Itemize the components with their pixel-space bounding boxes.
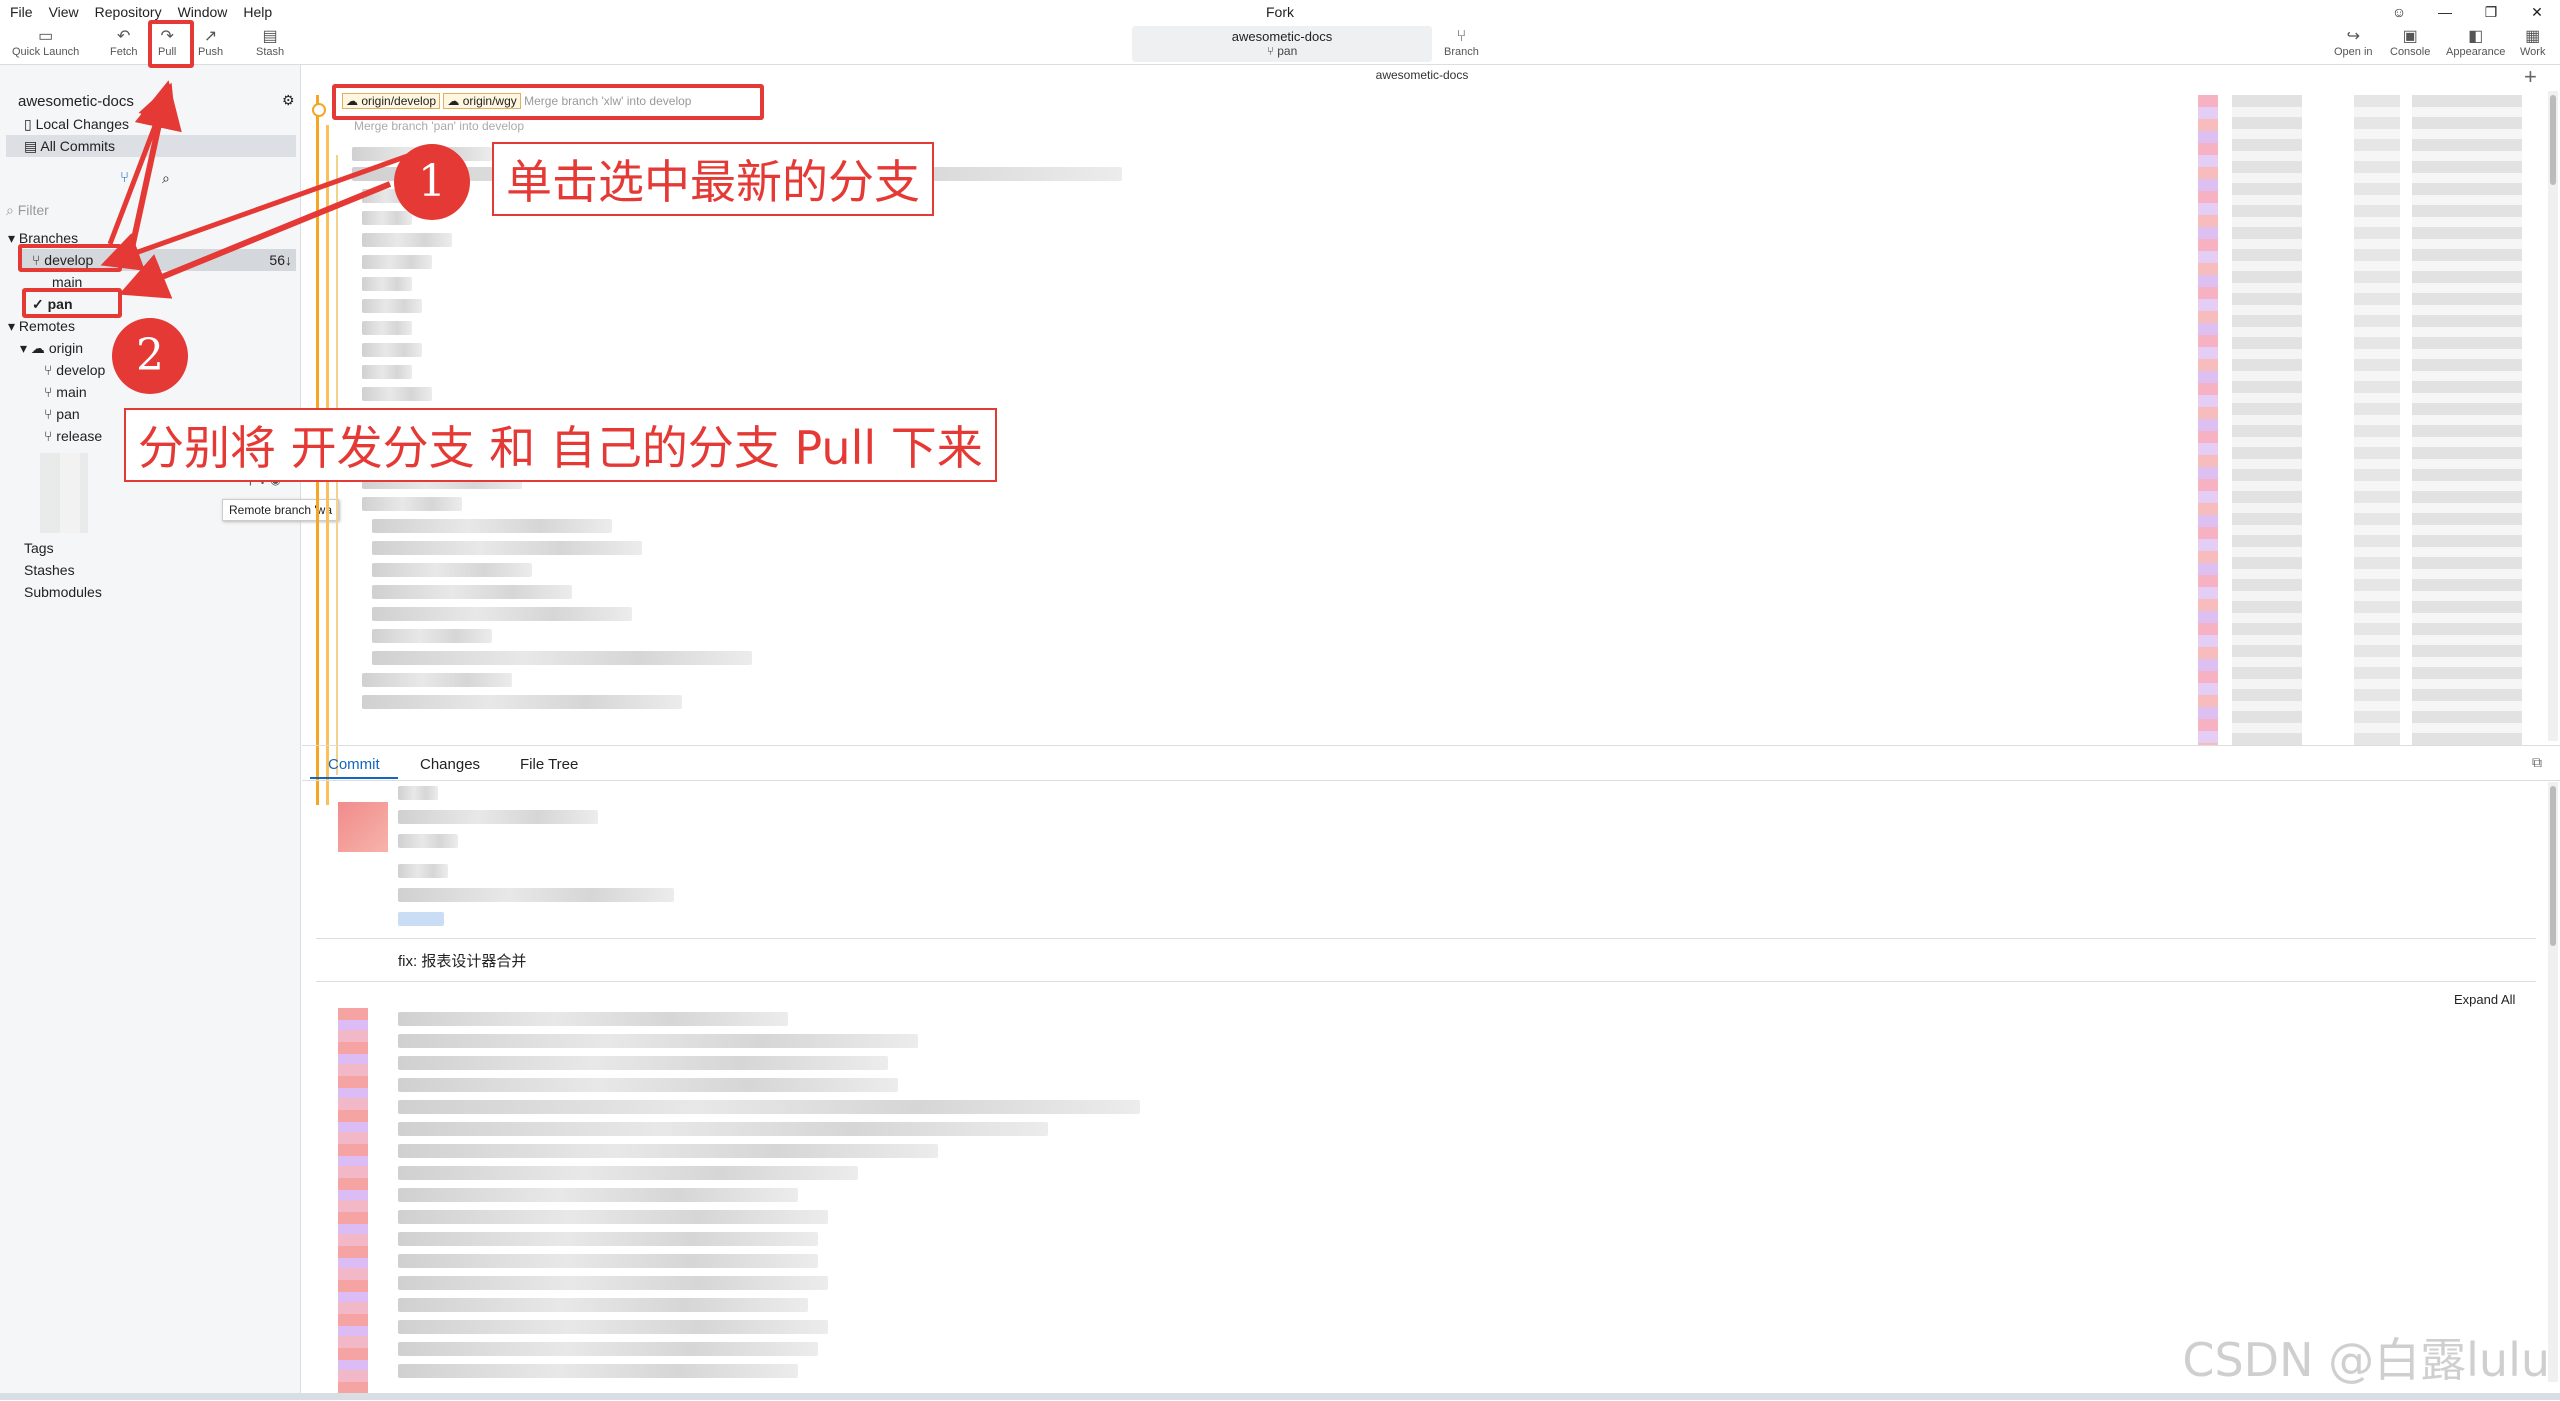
annotation-arrows <box>100 80 431 299</box>
arrow-to-pan <box>118 181 392 299</box>
arrow-to-develop <box>100 145 431 271</box>
annotation-step-2-text: 分别将 开发分支 和 自己的分支 Pull 下来 <box>124 408 997 482</box>
annotation-step-1: 1 <box>394 144 470 220</box>
watermark: CSDN @白露lulu <box>2182 1333 2550 1387</box>
annotation-step-1-text: 单击选中最新的分支 <box>492 142 934 216</box>
annotation-step-2: 2 <box>112 318 188 394</box>
